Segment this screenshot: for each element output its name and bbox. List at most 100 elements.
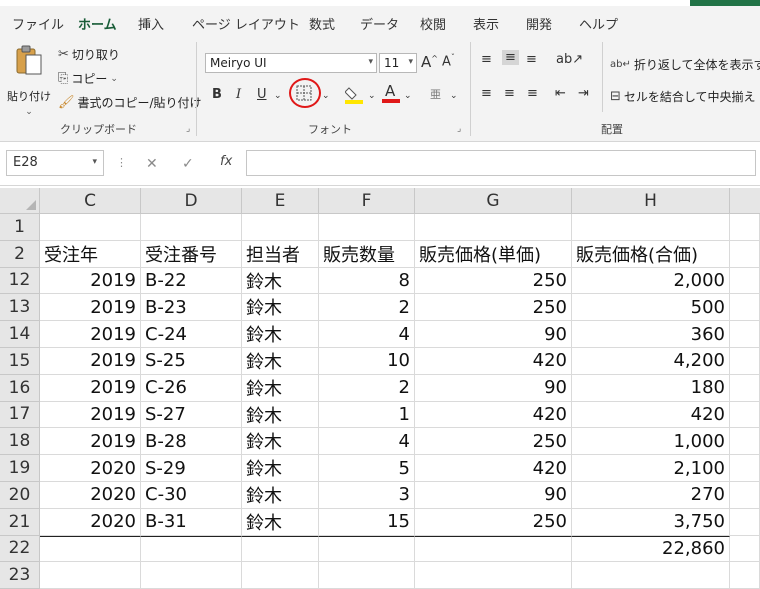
cell-filler[interactable]: [730, 508, 760, 536]
cell-d12[interactable]: B-22: [141, 267, 242, 295]
cell-d17[interactable]: S-27: [141, 401, 242, 429]
tab-developer[interactable]: 開発: [526, 14, 552, 33]
cell-filler[interactable]: [730, 535, 760, 563]
cell-f15[interactable]: 10: [319, 348, 415, 375]
row-header-2[interactable]: 2: [0, 240, 40, 268]
cell-c19[interactable]: 2020: [40, 455, 141, 482]
paste-button[interactable]: 貼り付け ⌄: [6, 44, 52, 117]
cell-filler[interactable]: [730, 401, 760, 429]
align-top-icon[interactable]: ≡: [481, 52, 492, 67]
cell-h20[interactable]: 270: [572, 482, 730, 509]
cell-h19[interactable]: 2,100: [572, 455, 730, 482]
row-header-19[interactable]: 19: [0, 455, 40, 482]
format-painter-button[interactable]: 🖌 書式のコピー/貼り付け: [58, 94, 202, 111]
cell-h18[interactable]: 1,000: [572, 428, 730, 456]
cell-filler[interactable]: [730, 482, 760, 509]
cell-f14[interactable]: 4: [319, 321, 415, 348]
cell-f12[interactable]: 8: [319, 267, 415, 295]
cell-c14[interactable]: 2019: [40, 321, 141, 348]
decrease-font-icon[interactable]: Aˇ: [442, 53, 455, 69]
merge-center-button[interactable]: ⊟ セルを結合して中央揃え: [610, 88, 756, 105]
cell-f17[interactable]: 1: [319, 401, 415, 429]
cell-h16[interactable]: 180: [572, 374, 730, 402]
row-header-1[interactable]: 1: [0, 214, 40, 241]
cell-d20[interactable]: C-30: [141, 482, 242, 509]
cell-d19[interactable]: S-29: [141, 455, 242, 482]
bold-button[interactable]: B: [212, 87, 222, 102]
cell-f23[interactable]: [319, 562, 415, 589]
cell-h23[interactable]: [572, 562, 730, 589]
align-middle-icon[interactable]: ≡: [502, 50, 519, 65]
cell-d18[interactable]: B-28: [141, 428, 242, 456]
cell-h1[interactable]: [572, 214, 730, 241]
row-header-16[interactable]: 16: [0, 374, 40, 402]
cell-filler[interactable]: [730, 294, 760, 322]
fill-color-button[interactable]: [344, 84, 363, 108]
cell-d23[interactable]: [141, 562, 242, 589]
cell-e2[interactable]: 担当者: [242, 240, 319, 268]
cell-c16[interactable]: 2019: [40, 374, 141, 402]
tab-view[interactable]: 表示: [473, 14, 499, 33]
row-header-22[interactable]: 22: [0, 535, 40, 563]
cell-f13[interactable]: 2: [319, 294, 415, 322]
cell-g19[interactable]: 420: [415, 455, 572, 482]
cell-e22[interactable]: [242, 535, 319, 563]
cell-filler[interactable]: [730, 214, 760, 241]
cell-filler[interactable]: [730, 240, 760, 268]
cell-e18[interactable]: 鈴木: [242, 428, 319, 456]
chevron-down-icon[interactable]: ⌄: [450, 91, 458, 101]
phonetic-guide-icon[interactable]: 亜: [430, 86, 441, 102]
row-header-20[interactable]: 20: [0, 482, 40, 509]
align-right-icon[interactable]: ≡: [527, 86, 538, 101]
chevron-down-icon[interactable]: ⌄: [368, 91, 376, 101]
cell-filler[interactable]: [730, 562, 760, 589]
cell-d1[interactable]: [141, 214, 242, 241]
cell-h13[interactable]: 500: [572, 294, 730, 322]
tab-data[interactable]: データ: [360, 14, 399, 33]
row-header-14[interactable]: 14: [0, 321, 40, 348]
cell-d14[interactable]: C-24: [141, 321, 242, 348]
cancel-icon[interactable]: ✕: [146, 156, 158, 172]
cell-g15[interactable]: 420: [415, 348, 572, 375]
dialog-launcher-icon[interactable]: ⌟: [186, 124, 190, 134]
cell-c15[interactable]: 2019: [40, 348, 141, 375]
chevron-down-icon[interactable]: ⌄: [322, 91, 330, 101]
row-header-23[interactable]: 23: [0, 562, 40, 589]
tab-formulas[interactable]: 数式: [309, 14, 335, 33]
cell-f20[interactable]: 3: [319, 482, 415, 509]
column-header-d[interactable]: D: [141, 188, 242, 214]
cell-c20[interactable]: 2020: [40, 482, 141, 509]
cell-e21[interactable]: 鈴木: [242, 508, 319, 536]
cell-e12[interactable]: 鈴木: [242, 267, 319, 295]
tab-page-layout[interactable]: ページ レイアウト: [192, 14, 300, 33]
cell-c12[interactable]: 2019: [40, 267, 141, 295]
enter-icon[interactable]: ✓: [182, 156, 194, 172]
align-left-icon[interactable]: ≡: [481, 86, 492, 101]
cell-d13[interactable]: B-23: [141, 294, 242, 322]
align-bottom-icon[interactable]: ≡: [526, 52, 537, 67]
cell-c2[interactable]: 受注年: [40, 240, 141, 268]
cell-d21[interactable]: B-31: [141, 508, 242, 536]
tab-help[interactable]: ヘルプ: [579, 14, 618, 33]
formula-input[interactable]: [246, 150, 756, 176]
cell-e14[interactable]: 鈴木: [242, 321, 319, 348]
cell-e15[interactable]: 鈴木: [242, 348, 319, 375]
column-header-h[interactable]: H: [572, 188, 730, 214]
cell-h15[interactable]: 4,200: [572, 348, 730, 375]
cell-filler[interactable]: [730, 455, 760, 482]
font-color-button[interactable]: A: [382, 82, 400, 108]
tab-review[interactable]: 校閲: [420, 14, 446, 33]
align-center-icon[interactable]: ≡: [504, 86, 515, 101]
cell-h21[interactable]: 3,750: [572, 508, 730, 536]
cell-d15[interactable]: S-25: [141, 348, 242, 375]
cell-e1[interactable]: [242, 214, 319, 241]
dialog-launcher-icon[interactable]: ⌟: [457, 124, 461, 134]
row-header-15[interactable]: 15: [0, 348, 40, 375]
increase-indent-icon[interactable]: ⇥: [578, 86, 589, 101]
chevron-down-icon[interactable]: ⌄: [274, 91, 282, 101]
font-size-box[interactable]: 11 ▾: [379, 53, 417, 73]
select-all-corner[interactable]: [0, 188, 40, 214]
row-header-13[interactable]: 13: [0, 294, 40, 322]
cell-h17[interactable]: 420: [572, 401, 730, 429]
cell-filler[interactable]: [730, 428, 760, 456]
